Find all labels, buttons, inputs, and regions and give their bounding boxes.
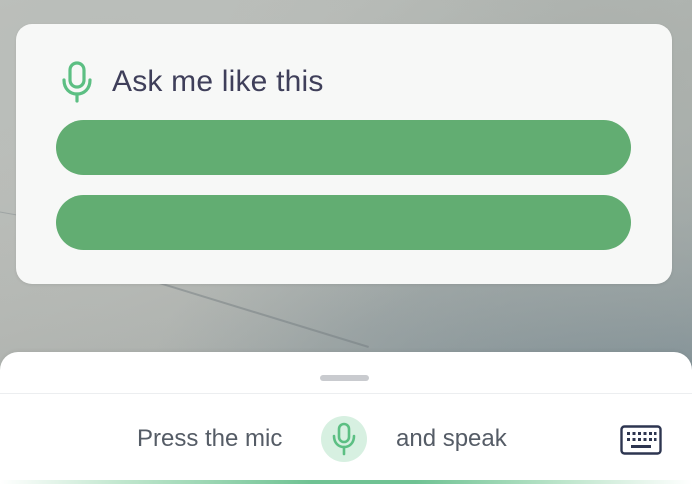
suggestion-card: Ask me like this	[16, 24, 672, 284]
mic-button[interactable]	[321, 416, 367, 462]
card-title: Ask me like this	[112, 65, 324, 98]
drag-handle[interactable]	[320, 375, 369, 381]
card-header: Ask me like this	[60, 60, 324, 104]
divider	[0, 393, 692, 394]
suggestion-pill[interactable]	[56, 195, 631, 250]
microphone-icon	[62, 61, 92, 103]
listening-indicator-line	[0, 480, 692, 484]
keyboard-button[interactable]	[620, 425, 662, 455]
microphone-icon	[332, 422, 356, 456]
voice-input-sheet: Press the mic and speak	[0, 352, 692, 484]
prompt-text-before: Press the mic	[137, 425, 283, 452]
prompt-text-after: and speak	[396, 425, 507, 452]
keyboard-icon	[620, 425, 662, 455]
suggestion-pill[interactable]	[56, 120, 631, 175]
